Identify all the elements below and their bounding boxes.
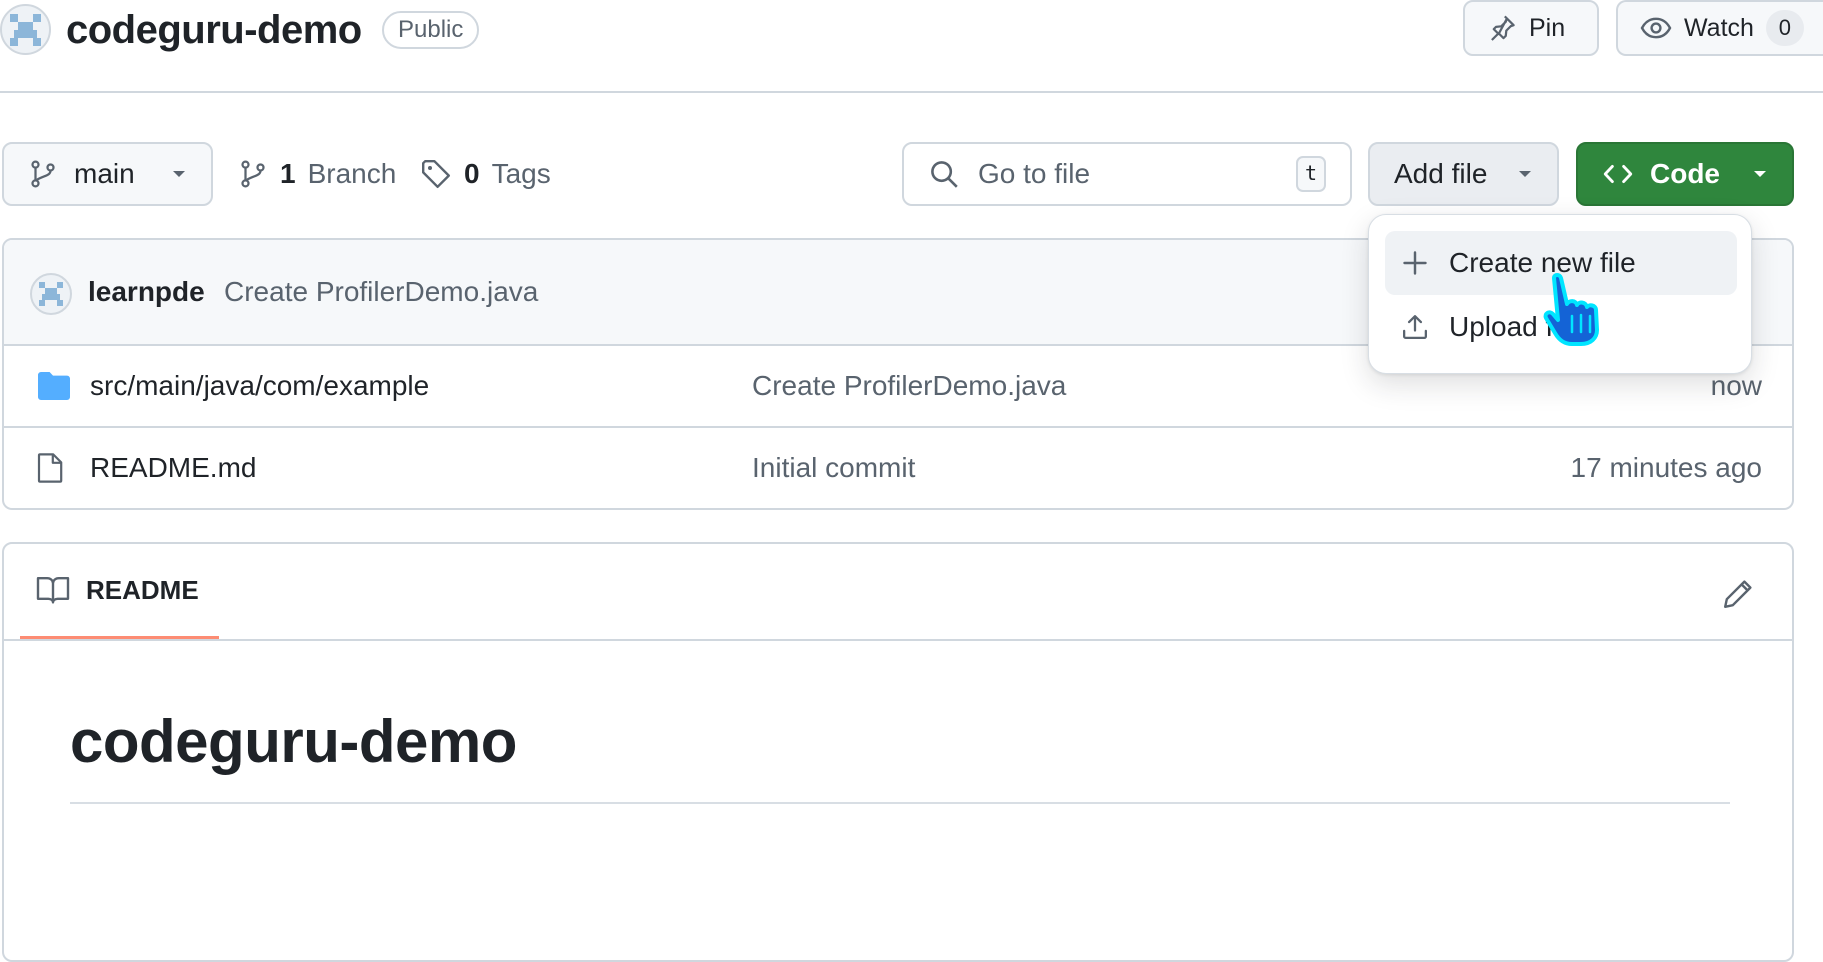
commit-author[interactable]: learnpde	[88, 276, 205, 308]
file-commit-message[interactable]: Initial commit	[752, 452, 915, 484]
edit-readme-button[interactable]	[1718, 574, 1758, 614]
chevron-down-icon	[1752, 169, 1768, 179]
readme-tab-label: README	[86, 574, 199, 605]
file-commit-message[interactable]: Create ProfilerDemo.java	[752, 370, 1066, 402]
add-file-menu: Create new file Upload files	[1368, 214, 1752, 374]
upload-icon	[1401, 313, 1429, 341]
heading-divider	[70, 802, 1730, 804]
branches-count: 1	[280, 158, 296, 189]
tags-link[interactable]: 0 Tags	[420, 142, 551, 206]
add-file-button[interactable]: Add file	[1368, 142, 1559, 206]
owner-avatar[interactable]	[0, 4, 51, 55]
tab-readme[interactable]: README	[20, 544, 219, 640]
tag-icon	[420, 158, 452, 190]
add-file-label: Add file	[1394, 158, 1488, 189]
pin-label: Pin	[1529, 13, 1566, 42]
readme-panel: README codeguru-demo	[2, 542, 1794, 962]
file-name[interactable]: README.md	[90, 452, 256, 484]
file-commit-age: 17 minutes ago	[1570, 452, 1762, 483]
commit-author-avatar[interactable]	[30, 273, 72, 315]
readme-heading: codeguru-demo	[70, 708, 517, 775]
code-icon	[1602, 158, 1634, 190]
file-commit-age: now	[1710, 370, 1762, 401]
menu-item-upload-files[interactable]: Upload files	[1385, 295, 1737, 359]
visibility-badge: Public	[382, 11, 480, 49]
book-icon	[36, 575, 70, 605]
chevron-down-icon	[171, 169, 187, 179]
keyboard-shortcut-hint: t	[1296, 156, 1326, 192]
branches-label: Branch	[307, 158, 397, 189]
go-to-file-input[interactable]: Go to file t	[902, 142, 1352, 206]
pencil-icon	[1722, 578, 1754, 610]
watch-count: 0	[1765, 10, 1804, 46]
plus-icon	[1401, 249, 1429, 277]
menu-item-label: Upload files	[1449, 311, 1596, 342]
pin-button[interactable]: Pin	[1463, 0, 1599, 56]
code-button[interactable]: Code	[1576, 142, 1794, 206]
branches-link[interactable]: 1 Branch	[238, 142, 396, 206]
file-name[interactable]: src/main/java/com/example	[90, 370, 429, 402]
branch-name: main	[74, 158, 135, 189]
watch-label: Watch	[1684, 13, 1754, 42]
branch-selector[interactable]: main	[2, 142, 213, 206]
repo-name[interactable]: codeguru-demo	[66, 4, 362, 56]
folder-icon	[36, 370, 72, 402]
code-label: Code	[1650, 158, 1720, 189]
search-placeholder: Go to file	[978, 158, 1091, 189]
table-row[interactable]: README.md Initial commit 17 minutes ago	[4, 428, 1792, 508]
git-branch-icon	[238, 159, 268, 189]
search-icon	[928, 158, 960, 190]
divider	[4, 639, 1792, 641]
commit-message[interactable]: Create ProfilerDemo.java	[224, 276, 538, 308]
menu-item-label: Create new file	[1449, 247, 1636, 278]
git-branch-icon	[28, 159, 58, 189]
menu-item-create-new-file[interactable]: Create new file	[1385, 231, 1737, 295]
chevron-down-icon	[1517, 169, 1533, 179]
eye-icon	[1640, 12, 1672, 44]
watch-button[interactable]: Watch 0	[1616, 0, 1823, 56]
repo-header: codeguru-demo Public Pin Watch 0	[0, 0, 1823, 93]
tags-label: Tags	[491, 158, 551, 189]
tags-count: 0	[464, 158, 480, 189]
pin-icon	[1487, 13, 1517, 43]
file-icon	[36, 452, 64, 484]
